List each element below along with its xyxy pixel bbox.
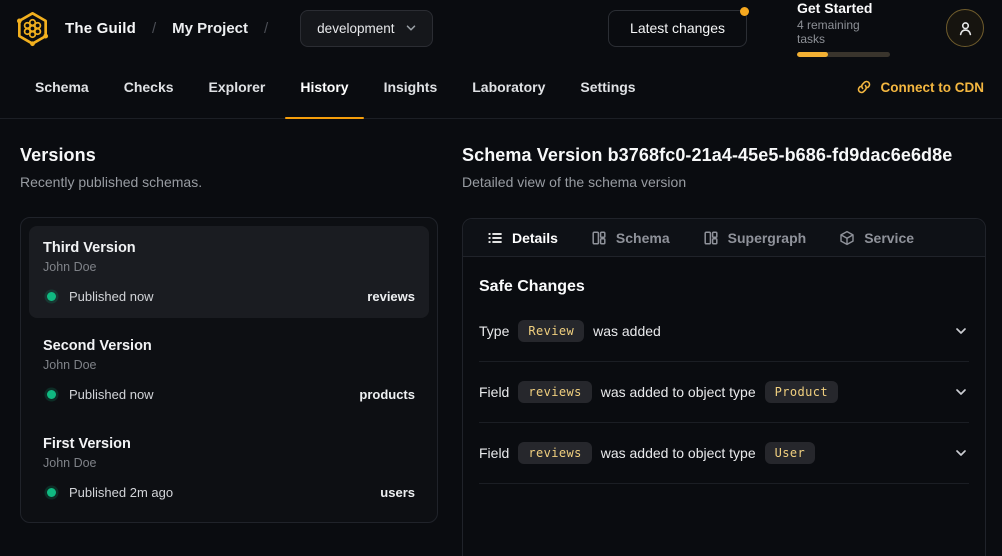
detail-tab-label: Schema <box>616 230 670 246</box>
service-name: products <box>359 387 415 402</box>
connect-to-cdn-label: Connect to CDN <box>881 80 985 95</box>
tab-insights[interactable]: Insights <box>369 56 453 118</box>
get-started-subtitle: 4 remaining tasks <box>797 18 890 46</box>
version-author: John Doe <box>43 358 415 372</box>
change-name-badge: Review <box>518 320 584 342</box>
object-type-badge: Product <box>765 381 838 403</box>
versions-title: Versions <box>20 145 438 166</box>
change-name-badge: reviews <box>518 442 591 464</box>
detail-tabs: Details Schema Supergr <box>463 219 985 257</box>
user-icon <box>957 20 974 37</box>
versions-list: Third Version John Doe Published now rev… <box>20 217 438 523</box>
tab-explorer[interactable]: Explorer <box>194 56 281 118</box>
object-type-badge: User <box>765 442 816 464</box>
connect-to-cdn-button[interactable]: Connect to CDN <box>856 56 985 118</box>
breadcrumb-separator: / <box>150 20 158 37</box>
service-name: reviews <box>367 289 415 304</box>
user-avatar-button[interactable] <box>946 9 984 47</box>
service-name: users <box>380 485 415 500</box>
panels-icon <box>591 230 607 246</box>
target-nav: Schema Checks Explorer History Insights … <box>0 56 1002 119</box>
detail-tab-label: Service <box>864 230 914 246</box>
breadcrumb-separator: / <box>262 20 270 37</box>
change-text: was added <box>593 323 661 339</box>
latest-changes-label: Latest changes <box>630 20 725 36</box>
change-row-type-review[interactable]: Type Review was added <box>479 301 969 362</box>
org-breadcrumb[interactable]: The Guild <box>65 20 136 37</box>
published-label: Published 2m ago <box>69 485 173 500</box>
published-status-icon <box>47 292 56 301</box>
schema-version-title: Schema Version b3768fc0-21a4-45e5-b686-f… <box>462 145 986 166</box>
get-started-title: Get Started <box>797 0 890 16</box>
main-content: Versions Recently published schemas. Thi… <box>0 119 1002 556</box>
detail-tab-service[interactable]: Service <box>839 230 914 246</box>
tab-settings[interactable]: Settings <box>565 56 650 118</box>
expand-chevron-icon[interactable] <box>953 384 969 400</box>
box-icon <box>839 230 855 246</box>
project-breadcrumb[interactable]: My Project <box>172 20 248 37</box>
panels-icon <box>703 230 719 246</box>
detail-tab-schema[interactable]: Schema <box>591 230 670 246</box>
expand-chevron-icon[interactable] <box>953 445 969 461</box>
target-selector-value: development <box>317 21 394 36</box>
target-selector[interactable]: development <box>300 10 433 47</box>
tab-laboratory[interactable]: Laboratory <box>457 56 560 118</box>
detail-tab-details[interactable]: Details <box>487 230 558 246</box>
topbar: The Guild / My Project / development Lat… <box>0 0 1002 56</box>
latest-changes-button[interactable]: Latest changes <box>608 10 747 47</box>
version-title: Second Version <box>43 338 415 354</box>
schema-version-panel: Schema Version b3768fc0-21a4-45e5-b686-f… <box>462 145 986 556</box>
version-author: John Doe <box>43 260 415 274</box>
list-icon <box>487 230 503 246</box>
change-kind: Type <box>479 323 509 339</box>
notification-dot <box>740 7 749 16</box>
detail-tab-label: Details <box>512 230 558 246</box>
tab-checks[interactable]: Checks <box>109 56 189 118</box>
change-kind: Field <box>479 445 509 461</box>
published-label: Published now <box>69 387 154 402</box>
published-label: Published now <box>69 289 154 304</box>
schema-version-detail-card: Details Schema Supergr <box>462 218 986 556</box>
detail-tab-label: Supergraph <box>728 230 807 246</box>
get-started-widget[interactable]: Get Started 4 remaining tasks <box>797 0 890 57</box>
change-row-field-user[interactable]: Field reviews was added to object type U… <box>479 423 969 484</box>
change-kind: Field <box>479 384 509 400</box>
version-item-second[interactable]: Second Version John Doe Published now pr… <box>29 324 429 416</box>
detail-tab-supergraph[interactable]: Supergraph <box>703 230 807 246</box>
change-text: was added to object type <box>601 384 756 400</box>
expand-chevron-icon[interactable] <box>953 323 969 339</box>
chevron-down-icon <box>404 21 418 35</box>
safe-changes-heading: Safe Changes <box>479 278 969 296</box>
published-status-icon <box>47 390 56 399</box>
version-title: Third Version <box>43 240 415 256</box>
tab-history[interactable]: History <box>285 56 363 118</box>
versions-subtitle: Recently published schemas. <box>20 174 438 190</box>
schema-version-subtitle: Detailed view of the schema version <box>462 174 986 190</box>
version-title: First Version <box>43 436 415 452</box>
version-author: John Doe <box>43 456 415 470</box>
hive-logo-icon[interactable] <box>14 10 51 47</box>
change-text: was added to object type <box>601 445 756 461</box>
versions-panel: Versions Recently published schemas. Thi… <box>20 145 438 556</box>
change-row-field-product[interactable]: Field reviews was added to object type P… <box>479 362 969 423</box>
progress-fill <box>797 52 828 57</box>
link-icon <box>856 79 872 95</box>
version-item-third[interactable]: Third Version John Doe Published now rev… <box>29 226 429 318</box>
change-name-badge: reviews <box>518 381 591 403</box>
tab-schema[interactable]: Schema <box>20 56 104 118</box>
published-status-icon <box>47 488 56 497</box>
version-item-first[interactable]: First Version John Doe Published 2m ago … <box>29 422 429 514</box>
